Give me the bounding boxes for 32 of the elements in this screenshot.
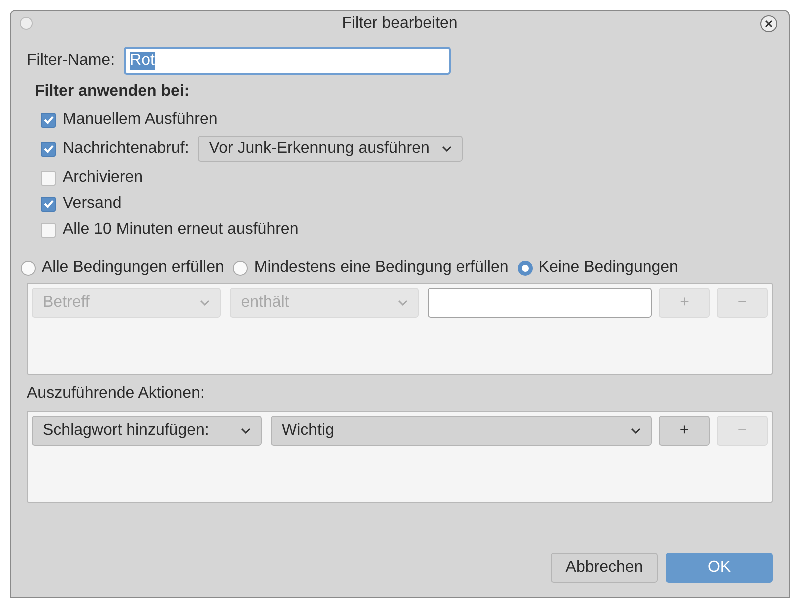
cancel-button[interactable]: Abbrechen bbox=[551, 553, 658, 583]
filter-name-label: Filter-Name: bbox=[27, 52, 116, 70]
chevron-down-icon bbox=[398, 300, 408, 306]
checkbox[interactable] bbox=[41, 142, 56, 156]
checkbox-label[interactable]: Versand bbox=[63, 195, 122, 213]
radio-label[interactable]: Alle Bedingungen erfüllen bbox=[42, 259, 224, 277]
checkbox-label[interactable]: Nachrichtenabruf: bbox=[63, 140, 190, 158]
checkbox-label[interactable]: Archivieren bbox=[63, 169, 144, 187]
window-title: Filter bearbeiten bbox=[342, 15, 458, 33]
window-menu-icon[interactable] bbox=[20, 17, 33, 30]
tag-dropdown[interactable]: Wichtig bbox=[271, 416, 652, 446]
radio-button[interactable] bbox=[518, 260, 533, 276]
radio-label[interactable]: Keine Bedingungen bbox=[538, 259, 678, 277]
checkbox[interactable] bbox=[41, 222, 56, 238]
section-heading: Filter anwenden bei: bbox=[35, 83, 191, 101]
action-dropdown[interactable]: Schlagwort hinzufügen: bbox=[32, 416, 262, 446]
chevron-down-icon bbox=[241, 428, 251, 434]
checkbox-label[interactable]: Alle 10 Minuten erneut ausführen bbox=[63, 221, 299, 239]
close-icon[interactable] bbox=[760, 15, 778, 33]
radio-button[interactable] bbox=[233, 260, 248, 276]
add-button[interactable]: + bbox=[659, 416, 710, 446]
chevron-down-icon bbox=[442, 146, 452, 152]
radio-button[interactable] bbox=[21, 260, 36, 276]
checkbox[interactable] bbox=[41, 170, 56, 186]
chevron-down-icon bbox=[631, 428, 641, 434]
chevron-down-icon bbox=[200, 300, 210, 306]
checkbox[interactable] bbox=[41, 196, 56, 212]
actions-label: Auszuführende Aktionen: bbox=[27, 385, 206, 403]
checkbox-label[interactable]: Manuellem Ausführen bbox=[63, 111, 218, 129]
radio-label[interactable]: Mindestens eine Bedingung erfüllen bbox=[254, 259, 509, 277]
checkbox[interactable] bbox=[41, 112, 56, 128]
timing-dropdown[interactable]: Vor Junk-Erkennung ausführen bbox=[198, 136, 463, 162]
